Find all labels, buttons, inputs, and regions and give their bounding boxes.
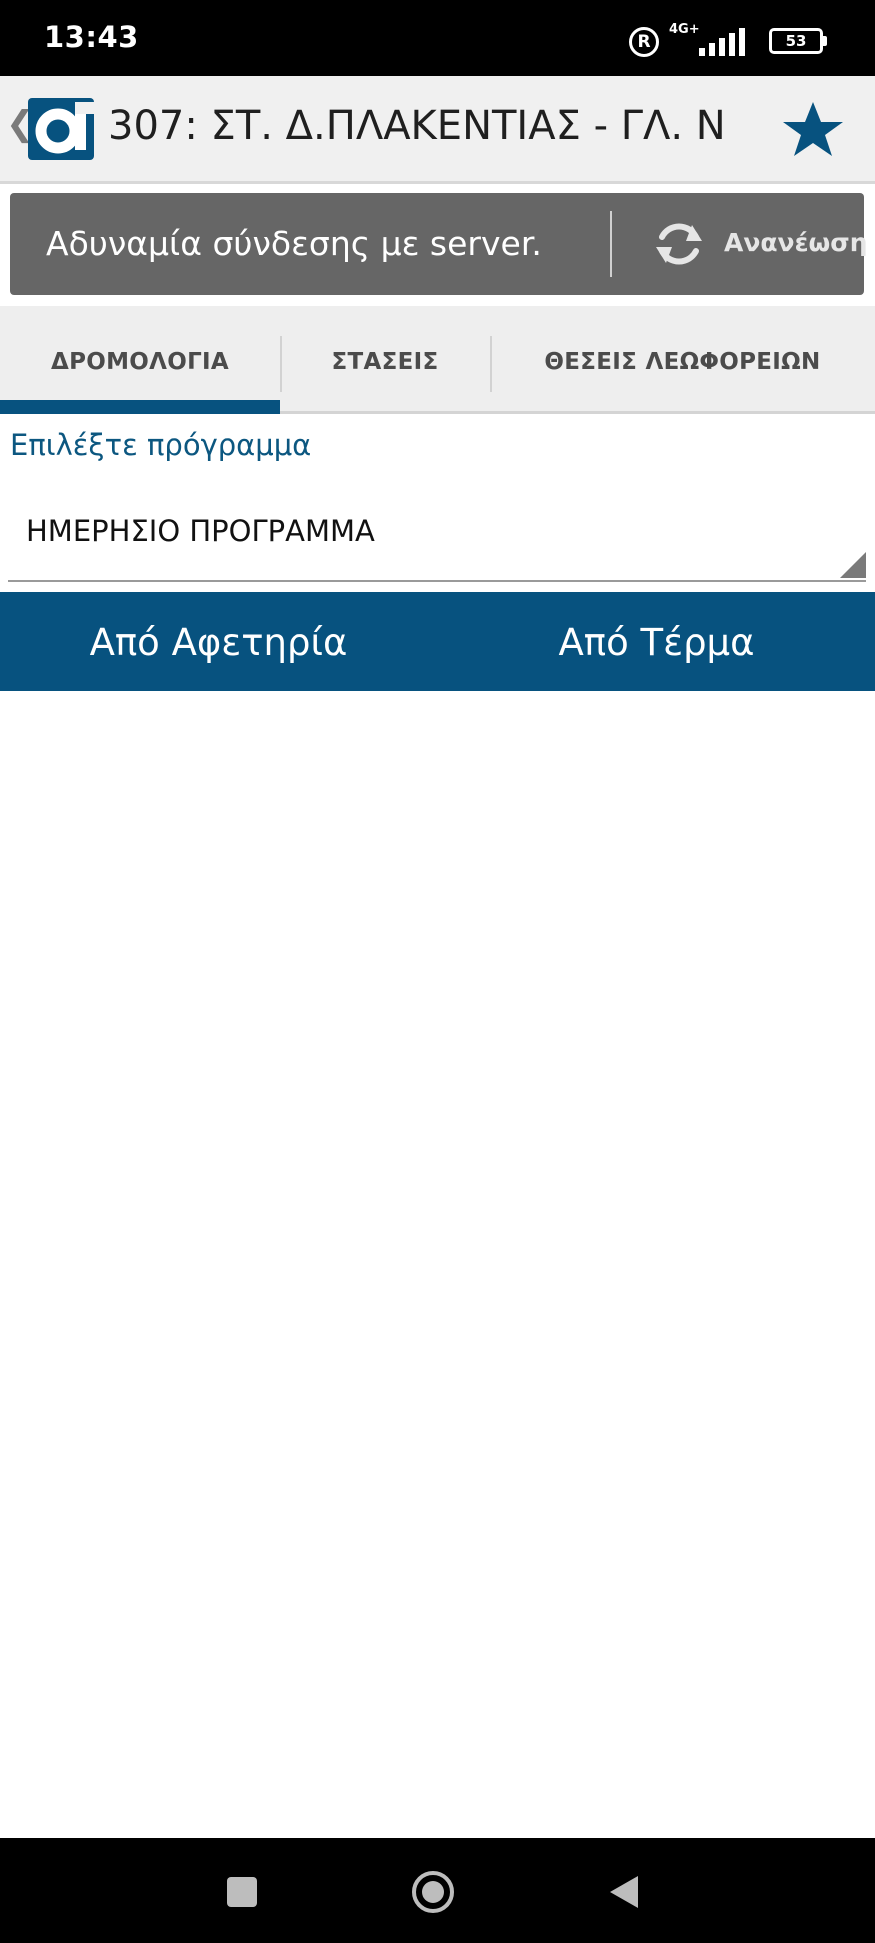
dropdown-triangle-icon xyxy=(840,552,866,578)
tab-routes[interactable]: ΔΡΟΜΟΛΟΓΙΑ xyxy=(0,306,280,414)
schedule-select[interactable]: ΗΜΕΡΗΣΙΟ ΠΡΟΓΡΑΜΜΑ xyxy=(8,490,866,582)
battery-cap xyxy=(822,36,827,46)
network-indicator: 4G+ xyxy=(669,22,761,58)
schedule-selected-value: ΗΜΕΡΗΣΙΟ ΠΡΟΓΡΑΜΜΑ xyxy=(26,514,375,548)
battery-icon: 53 xyxy=(769,28,823,54)
back-icon[interactable] xyxy=(600,1868,648,1916)
home-icon[interactable] xyxy=(409,1868,457,1916)
connection-error-banner: Αδυναμία σύνδεσης με server. Ανανέωση xyxy=(10,193,868,295)
tab-bar: ΔΡΟΜΟΛΟΓΙΑ ΣΤΑΣΕΙΣ ΘΕΣΕΙΣ ΛΕΩΦΟΡΕΙΩΝ xyxy=(0,306,875,414)
refresh-label: Ανανέωση xyxy=(724,228,868,257)
direction-bar: Από Αφετηρία Από Τέρμα xyxy=(0,592,875,691)
app-bar: ❮ 307: ΣΤ. Δ.ΠΛΑΚΕΝΤΙΑΣ - ΓΛ. ΝΕ... xyxy=(0,76,875,184)
active-tab-indicator xyxy=(0,400,280,414)
route-title: 307: ΣΤ. Δ.ΠΛΑΚΕΝΤΙΑΣ - ΓΛ. ΝΕ... xyxy=(108,103,728,149)
status-bar: 13:43 R 4G+ 53 xyxy=(0,0,875,76)
banner-divider xyxy=(610,211,612,277)
from-start-button[interactable]: Από Αφετηρία xyxy=(0,592,437,691)
navigation-bar xyxy=(0,1838,875,1943)
oasa-logo[interactable] xyxy=(28,98,94,160)
roaming-icon: R xyxy=(629,27,659,57)
status-time: 13:43 xyxy=(44,20,139,54)
signal-icon xyxy=(699,28,745,56)
from-end-button[interactable]: Από Τέρμα xyxy=(438,592,875,691)
schedule-label: Επιλέξτε πρόγραμμα xyxy=(10,428,312,462)
recents-icon[interactable] xyxy=(218,1868,266,1916)
star-icon[interactable] xyxy=(781,98,845,162)
connection-error-message: Αδυναμία σύνδεσης με server. xyxy=(46,224,542,263)
status-icons: R 4G+ 53 xyxy=(607,22,827,58)
refresh-button[interactable]: Ανανέωση xyxy=(622,193,868,295)
refresh-icon xyxy=(656,223,702,265)
tab-bus-positions[interactable]: ΘΕΣΕΙΣ ΛΕΩΦΟΡΕΙΩΝ xyxy=(490,306,875,414)
tab-stops[interactable]: ΣΤΑΣΕΙΣ xyxy=(280,306,490,414)
network-type: 4G+ xyxy=(669,22,700,37)
